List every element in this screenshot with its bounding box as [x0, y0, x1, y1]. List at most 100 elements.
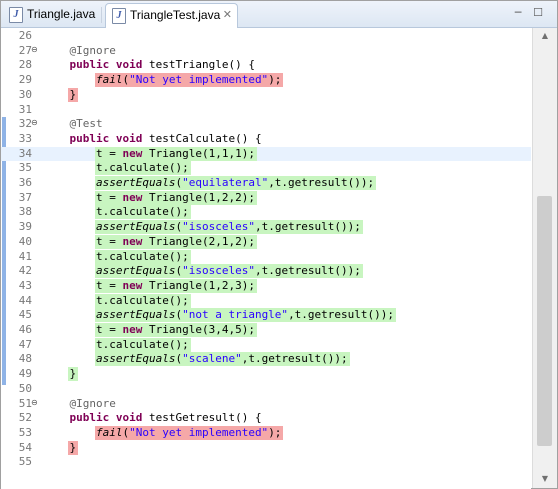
code-token: assertEquals — [95, 352, 176, 366]
code-token: ,t.getresult()); — [268, 176, 375, 189]
maximize-icon[interactable]: ☐ — [531, 6, 545, 20]
code-line[interactable]: 42 assertEquals("isosceles",t.getresult(… — [1, 264, 531, 279]
vertical-scrollbar[interactable]: ▲ ▼ — [532, 28, 557, 488]
fold-collapse-icon[interactable]: ⊖ — [31, 118, 38, 127]
code-line[interactable]: 44 t.calculate(); — [1, 293, 531, 308]
editor-tab-bar: J Triangle.java J TriangleTest.java ✕ ─ … — [1, 1, 557, 28]
scrollbar-thumb[interactable] — [537, 196, 552, 446]
code-token: } — [43, 367, 77, 381]
tab-triangletest-java[interactable]: J TriangleTest.java ✕ — [105, 3, 238, 28]
line-number: 35 — [18, 161, 32, 175]
code-token: testTriangle() { — [142, 58, 255, 72]
line-number: 33 — [18, 131, 32, 145]
line-number: 41 — [18, 249, 32, 263]
code-text: } — [43, 88, 76, 102]
code-token: "Not yet implemented" — [129, 73, 269, 87]
code-text: t.calculate(); — [43, 338, 189, 352]
code-text: public void testCalculate() { — [43, 132, 262, 146]
fold-collapse-icon[interactable]: ⊖ — [31, 398, 38, 407]
code-line[interactable]: 31 — [1, 103, 531, 117]
code-token: public void — [69, 411, 143, 425]
code-line[interactable]: 30 } — [1, 87, 531, 102]
code-token: "scalene" — [182, 352, 242, 366]
code-token: t.calculate(); — [43, 337, 189, 351]
code-token: public void — [69, 58, 143, 72]
code-line[interactable]: 39 assertEquals("isosceles",t.getresult(… — [1, 220, 531, 235]
code-token: "Not yet implemented" — [129, 425, 269, 439]
code-line[interactable]: 45 assertEquals("not a triangle",t.getre… — [1, 308, 531, 323]
code-editor[interactable]: 26 27 ⊖ @Ignore 28 public void testTriangle… — [1, 28, 531, 489]
code-line[interactable]: 40 t = new Triangle(2,1,2); — [1, 234, 531, 249]
code-line[interactable]: 49 } — [1, 367, 531, 382]
line-number: 47 — [18, 337, 32, 351]
minimize-icon[interactable]: ─ — [511, 6, 525, 20]
code-line[interactable]: 46 t = new Triangle(3,4,5); — [1, 323, 531, 337]
code-token: } — [43, 440, 77, 454]
code-token: @Ignore — [43, 43, 116, 57]
code-line[interactable]: 36 assertEquals("equilateral",t.getresul… — [1, 176, 531, 190]
line-number: 43 — [18, 278, 32, 292]
code-token: @Ignore — [43, 396, 116, 410]
code-token: @Test — [43, 117, 103, 131]
java-file-icon: J — [112, 8, 126, 24]
tab-label: TriangleTest.java — [130, 8, 221, 22]
code-token: "isosceles" — [182, 220, 255, 234]
scroll-up-arrow-icon[interactable]: ▲ — [540, 31, 550, 41]
line-number: 54 — [18, 440, 32, 454]
line-number: 49 — [18, 367, 32, 381]
code-line[interactable]: 41 t.calculate(); — [1, 249, 531, 264]
code-token: Triangle(1,2,3); — [142, 278, 255, 292]
code-token: ,t.getresult()); — [254, 264, 361, 278]
code-line[interactable]: 51 ⊖ @Ignore — [1, 397, 531, 411]
code-token: t = — [43, 323, 123, 336]
code-line[interactable]: 53 fail("Not yet implemented"); — [1, 425, 531, 440]
code-text: @Test — [43, 117, 103, 131]
code-token: assertEquals — [95, 264, 176, 278]
line-number: 52 — [18, 411, 32, 425]
code-line[interactable]: 26 — [1, 29, 531, 43]
code-line[interactable]: 54 } — [1, 440, 531, 455]
line-number: 30 — [18, 87, 32, 101]
code-text: @Ignore — [43, 43, 116, 58]
line-number: 53 — [18, 425, 32, 439]
scroll-down-arrow-icon[interactable]: ▼ — [540, 474, 550, 484]
code-line[interactable]: 34 t = new Triangle(1,1,1); — [1, 146, 531, 161]
code-line[interactable]: 33 public void testCalculate() { — [1, 132, 531, 146]
code-text: } — [43, 367, 76, 381]
close-tab-icon[interactable]: ✕ — [223, 4, 232, 26]
code-token: public void — [69, 131, 143, 145]
code-line[interactable]: 35 t.calculate(); — [1, 161, 531, 176]
code-line[interactable]: 47 t.calculate(); — [1, 337, 531, 352]
code-line[interactable]: 29 fail("Not yet implemented"); — [1, 73, 531, 88]
line-number: 50 — [18, 381, 32, 395]
code-token: ,t.getresult()); — [254, 220, 361, 234]
code-text: assertEquals("scalene",t.getresult()); — [43, 352, 348, 366]
code-line[interactable]: 38 t.calculate(); — [1, 205, 531, 220]
code-token: new — [122, 323, 143, 336]
java-file-icon: J — [9, 7, 23, 23]
line-number: 37 — [18, 190, 32, 204]
code-text: t = new Triangle(3,4,5); — [43, 323, 255, 337]
line-number: 42 — [18, 264, 32, 278]
line-number: 45 — [18, 308, 32, 322]
code-line[interactable]: 50 — [1, 382, 531, 396]
tab-triangle-java[interactable]: J Triangle.java — [3, 3, 99, 27]
line-number: 26 — [18, 29, 32, 42]
code-line[interactable]: 43 t = new Triangle(1,2,3); — [1, 278, 531, 293]
line-number: 34 — [18, 146, 32, 160]
code-token: Triangle(3,4,5); — [142, 323, 255, 336]
fold-collapse-icon[interactable]: ⊖ — [31, 45, 38, 54]
code-token: assertEquals — [95, 308, 176, 322]
code-token: t.calculate(); — [43, 293, 189, 307]
code-line[interactable]: 52 public void testGetresult() { — [1, 411, 531, 425]
code-line[interactable]: 48 assertEquals("scalene",t.getresult())… — [1, 352, 531, 367]
code-line[interactable]: 28 public void testTriangle() { — [1, 58, 531, 72]
code-line[interactable]: 55 — [1, 455, 531, 469]
code-line[interactable]: 32 ⊖ @Test — [1, 117, 531, 131]
line-number: 55 — [18, 455, 32, 469]
code-token: t.calculate(); — [43, 161, 189, 175]
code-line[interactable]: 27 ⊖ @Ignore — [1, 44, 531, 58]
code-line[interactable]: 37 t = new Triangle(1,2,2); — [1, 190, 531, 205]
